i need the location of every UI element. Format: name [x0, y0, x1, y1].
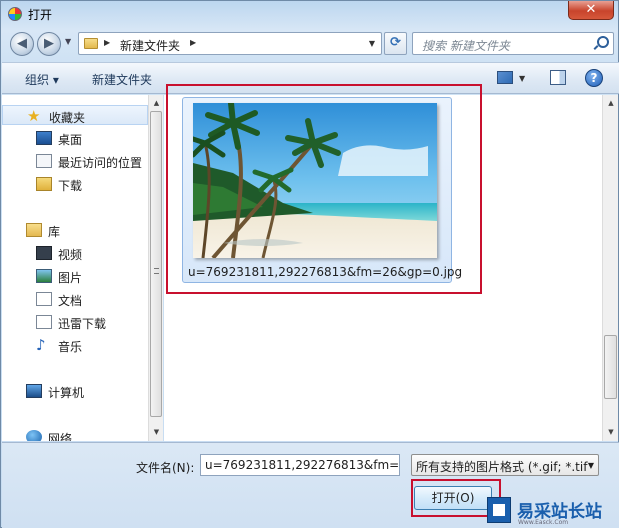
toolbar: 组织 ▾ 新建文件夹 ▼ ? [2, 62, 619, 94]
grip-icon [154, 268, 159, 274]
file-name-label: u=769231811,292276813&fm=26&gp=0.jpg [188, 265, 463, 279]
search-input[interactable]: 搜索 新建文件夹 [422, 37, 510, 54]
image-thumbnail [193, 103, 437, 258]
watermark-logo-icon [487, 497, 511, 523]
nav-item-label: 下载 [58, 179, 83, 193]
forward-arrow-icon: ▶ [44, 36, 54, 51]
chevron-down-icon: ▼ [587, 461, 594, 470]
breadcrumb-separator-icon[interactable]: ▶ [190, 38, 196, 47]
title-bar: 打开 ✕ [1, 1, 618, 27]
scroll-down-icon[interactable]: ▼ [149, 425, 164, 439]
music-note-icon: ♪ [36, 336, 46, 354]
back-button[interactable]: ◀ [10, 32, 34, 56]
new-folder-button[interactable]: 新建文件夹 [92, 71, 152, 88]
address-dropdown-icon[interactable]: ▼ [369, 39, 375, 48]
nav-item-label: 库 [48, 225, 61, 239]
nav-item-libraries[interactable]: 库 [2, 220, 148, 240]
breadcrumb-item[interactable]: 新建文件夹 [120, 37, 180, 54]
file-pane-scrollbar[interactable]: ▲ ▼ [602, 95, 618, 441]
recent-places-icon [36, 154, 52, 168]
nav-item-desktop[interactable]: 桌面 [2, 128, 148, 148]
address-bar[interactable]: ▶ 新建文件夹 ▶ ▼ [78, 32, 382, 55]
folder-icon [84, 38, 98, 49]
nav-item-documents[interactable]: 文档 [2, 289, 148, 309]
close-button[interactable]: ✕ [568, 1, 614, 20]
file-name-field[interactable]: u=769231811,292276813&fm= [200, 454, 400, 476]
desktop-icon [36, 131, 52, 145]
nav-item-label: 音乐 [58, 340, 83, 354]
forward-button[interactable]: ▶ [37, 32, 61, 56]
refresh-icon: ⟳ [390, 35, 401, 50]
nav-item-label: 文档 [58, 294, 83, 308]
file-list-pane: u=769231811,292276813&fm=26&gp=0.jpg [164, 84, 602, 441]
scroll-down-icon[interactable]: ▼ [603, 425, 619, 439]
nav-item-videos[interactable]: 视频 [2, 243, 148, 263]
nav-item-label: 计算机 [48, 386, 85, 400]
video-library-icon [36, 246, 52, 260]
scroll-up-icon[interactable]: ▲ [149, 96, 164, 110]
address-row: ◀ ▶ ▼ ▶ 新建文件夹 ▶ ▼ ⟳ 搜索 新建文件夹 [1, 30, 618, 58]
search-icon[interactable] [595, 36, 609, 50]
file-type-value: 所有支持的图片格式 (*.gif; *.tif [416, 460, 588, 474]
file-type-select[interactable]: 所有支持的图片格式 (*.gif; *.tif ▼ [411, 454, 599, 476]
scrollbar-thumb[interactable] [150, 111, 162, 417]
libraries-icon [26, 223, 42, 237]
nav-item-label: 图片 [58, 271, 83, 285]
nav-item-pictures[interactable]: 图片 [2, 266, 148, 286]
network-icon [26, 430, 42, 441]
navigation-pane: ★ 收藏夹 桌面 最近访问的位置 下载 库 视频 图片 文档 迅雷下载 ♪ 音乐… [2, 95, 148, 441]
thunder-downloads-icon [36, 315, 52, 329]
scroll-up-icon[interactable]: ▲ [603, 96, 619, 110]
downloads-folder-icon [36, 177, 52, 191]
organize-button[interactable]: 组织 ▾ [25, 71, 59, 88]
change-view-icon[interactable] [497, 71, 513, 84]
nav-item-label: 最近访问的位置 [58, 156, 143, 170]
recent-pages-dropdown-icon[interactable]: ▼ [65, 37, 71, 46]
window-title: 打开 [28, 8, 53, 22]
nav-item-label: 视频 [58, 248, 83, 262]
refresh-button[interactable]: ⟳ [384, 32, 407, 55]
nav-item-favorites[interactable]: ★ 收藏夹 [2, 105, 148, 125]
computer-icon [26, 384, 42, 398]
nav-item-music[interactable]: ♪ 音乐 [2, 335, 148, 355]
file-name-field-label: 文件名(N): [136, 461, 195, 475]
nav-item-label: 迅雷下载 [58, 317, 107, 331]
breadcrumb-separator-icon[interactable]: ▶ [104, 38, 110, 47]
nav-item-network[interactable]: 网络 [2, 427, 148, 441]
help-icon[interactable]: ? [585, 69, 603, 87]
preview-pane-icon[interactable] [550, 70, 566, 85]
pictures-library-icon [36, 269, 52, 283]
search-box[interactable]: 搜索 新建文件夹 [412, 32, 614, 55]
nav-item-label: 收藏夹 [49, 111, 86, 125]
nav-pane-scrollbar[interactable]: ▲ ▼ [148, 95, 163, 441]
nav-item-label: 桌面 [58, 133, 83, 147]
nav-item-recent-places[interactable]: 最近访问的位置 [2, 151, 148, 171]
file-item[interactable]: u=769231811,292276813&fm=26&gp=0.jpg [182, 97, 462, 283]
nav-item-downloads[interactable]: 下载 [2, 174, 148, 194]
open-file-dialog: 打开 ✕ ◀ ▶ ▼ ▶ 新建文件夹 ▶ ▼ ⟳ 搜索 新建文件夹 组织 ▾ 新… [0, 0, 619, 528]
scrollbar-thumb[interactable] [604, 335, 617, 399]
nav-item-computer[interactable]: 计算机 [2, 381, 148, 401]
nav-item-label: 网络 [48, 432, 73, 441]
star-icon: ★ [27, 107, 41, 125]
app-icon [8, 7, 22, 21]
back-arrow-icon: ◀ [17, 36, 27, 51]
documents-library-icon [36, 292, 52, 306]
watermark-url: Www.Easck.Com [518, 519, 569, 526]
view-options-dropdown-icon[interactable]: ▼ [519, 74, 525, 83]
nav-item-thunder-downloads[interactable]: 迅雷下载 [2, 312, 148, 332]
